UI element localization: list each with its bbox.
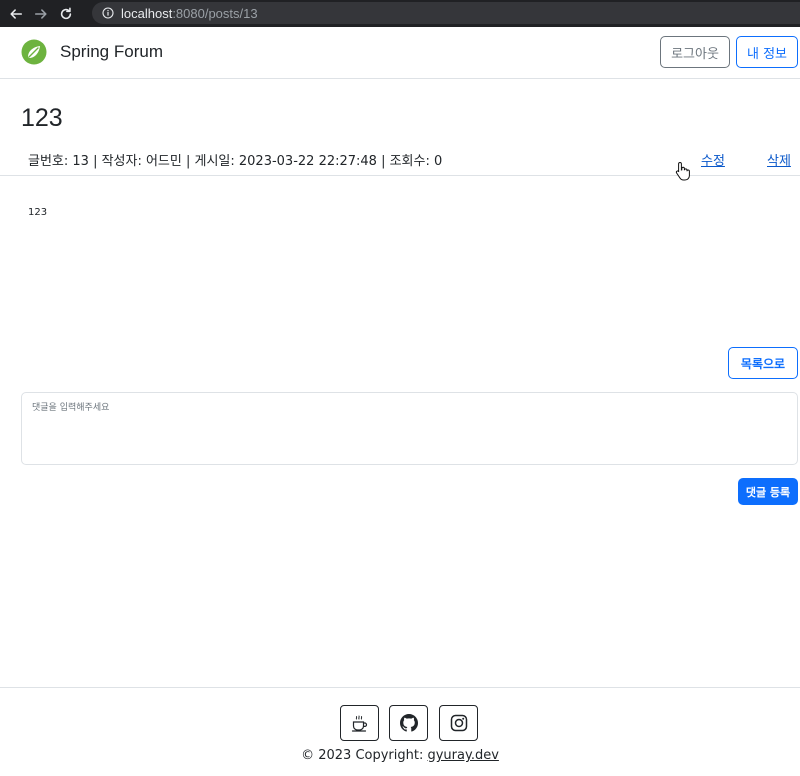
- back-to-list-button[interactable]: 목록으로: [728, 347, 798, 379]
- instagram-link[interactable]: [439, 705, 478, 741]
- copyright-link[interactable]: gyuray.dev: [427, 748, 498, 763]
- github-link[interactable]: [389, 705, 428, 741]
- address-bar[interactable]: localhost:8080/posts/13: [92, 2, 800, 24]
- comment-submit-button[interactable]: 댓글 등록: [738, 478, 798, 505]
- copyright: © 2023 Copyright: gyuray.dev: [0, 748, 800, 763]
- info-icon[interactable]: [102, 7, 114, 19]
- github-icon: [399, 714, 418, 732]
- coffee-icon: [351, 715, 367, 732]
- delete-link[interactable]: 삭제: [767, 150, 791, 169]
- brand-name: Spring Forum: [60, 42, 163, 61]
- copyright-text: © 2023 Copyright:: [301, 748, 428, 763]
- forward-arrow-icon[interactable]: [32, 5, 50, 23]
- url-host: localhost: [121, 5, 173, 21]
- edit-link[interactable]: 수정: [701, 150, 725, 169]
- logout-button[interactable]: 로그아웃: [660, 36, 730, 68]
- comment-input[interactable]: [21, 392, 798, 465]
- browser-toolbar: localhost:8080/posts/13: [0, 0, 800, 27]
- navbar: Spring Forum 로그아웃 내 정보: [0, 27, 800, 79]
- my-info-button[interactable]: 내 정보: [736, 36, 798, 68]
- instagram-icon: [450, 714, 467, 732]
- post-content: 123: [28, 207, 48, 218]
- url-path: :8080/posts/13: [172, 5, 258, 21]
- back-arrow-icon[interactable]: [7, 5, 25, 23]
- coffee-link[interactable]: [340, 705, 379, 741]
- hand-cursor-icon: [675, 161, 690, 181]
- post-title: 123: [21, 104, 63, 132]
- footer: © 2023 Copyright: gyuray.dev: [0, 687, 800, 776]
- reload-icon[interactable]: [57, 5, 75, 23]
- brand-link[interactable]: Spring Forum: [21, 39, 163, 65]
- post-meta: 글번호: 13 | 작성자: 어드민 | 게시일: 2023-03-22 22:…: [28, 154, 443, 169]
- spring-leaf-icon: [21, 39, 47, 65]
